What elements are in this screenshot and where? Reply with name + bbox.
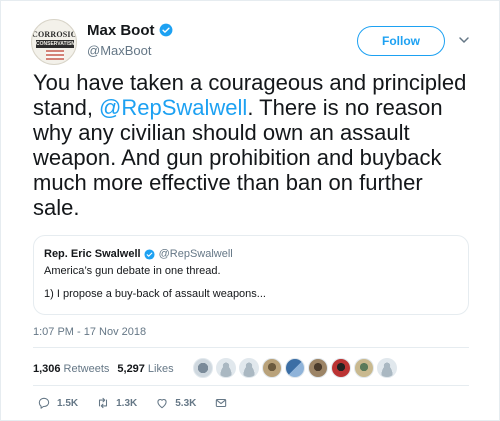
direct-message-icon xyxy=(216,398,227,408)
tweet-text: You have taken a courageous and principl… xyxy=(33,70,473,220)
reply-button[interactable]: 1.5K xyxy=(37,396,78,410)
tweet-actions: 1.5K 1.3K 5.3K xyxy=(37,396,252,410)
avatar-flag xyxy=(46,50,64,60)
author-handle[interactable]: @MaxBoot xyxy=(87,43,152,58)
retweet-count: 1.3K xyxy=(116,397,138,409)
liker-avatar[interactable] xyxy=(377,358,397,378)
quoted-tweet-header: Rep. Eric Swalwell @RepSwalwell xyxy=(44,248,458,260)
liker-avatars xyxy=(193,358,400,378)
likes-count[interactable]: 5,297 xyxy=(117,363,145,375)
direct-message-button[interactable] xyxy=(214,396,234,410)
quoted-tweet[interactable]: Rep. Eric Swalwell @RepSwalwell America’… xyxy=(33,235,469,315)
retweet-button[interactable]: 1.3K xyxy=(96,396,137,410)
divider xyxy=(33,385,469,386)
verified-badge-icon xyxy=(159,23,172,37)
like-count: 5.3K xyxy=(175,397,197,409)
liker-avatar[interactable] xyxy=(216,358,236,378)
liker-avatar[interactable] xyxy=(239,358,259,378)
liker-avatar[interactable] xyxy=(308,358,328,378)
mention-link[interactable]: @RepSwalwell xyxy=(99,95,247,120)
liker-avatar[interactable] xyxy=(331,358,351,378)
quoted-tweet-line-1: America’s gun debate in one thread. xyxy=(44,265,221,277)
tweet-timestamp[interactable]: 1:07 PM - 17 Nov 2018 xyxy=(33,326,146,338)
retweets-count[interactable]: 1,306 xyxy=(33,363,61,375)
avatar-text-bottom: CONSERVATISM xyxy=(36,40,76,48)
quoted-author-name: Rep. Eric Swalwell xyxy=(44,248,141,260)
verified-badge-icon xyxy=(144,248,155,260)
liker-avatar[interactable] xyxy=(262,358,282,378)
avatar[interactable]: CORROSION CONSERVATISM xyxy=(31,19,77,65)
like-button[interactable]: 5.3K xyxy=(155,396,196,410)
quoted-author-handle: @RepSwalwell xyxy=(158,248,233,260)
reply-count: 1.5K xyxy=(57,397,79,409)
retweet-icon xyxy=(99,397,108,409)
liker-avatar[interactable] xyxy=(285,358,305,378)
divider xyxy=(33,347,469,348)
name-row: Max Boot xyxy=(87,21,173,39)
liker-avatar[interactable] xyxy=(193,358,213,378)
author-name[interactable]: Max Boot xyxy=(87,22,155,39)
like-icon xyxy=(157,399,167,409)
tweet-card: CORROSION CONSERVATISM Max Boot @MaxBoot… xyxy=(0,0,500,421)
reply-icon xyxy=(38,397,50,409)
follow-button[interactable]: Follow xyxy=(357,26,445,56)
liker-avatar[interactable] xyxy=(354,358,374,378)
tweet-header: CORROSION CONSERVATISM Max Boot @MaxBoot… xyxy=(31,17,471,69)
retweets-label[interactable]: Retweets xyxy=(64,363,110,375)
quoted-tweet-line-2: 1) I propose a buy-back of assault weapo… xyxy=(44,288,266,300)
likes-label[interactable]: Likes xyxy=(148,363,174,375)
chevron-down-icon[interactable] xyxy=(457,33,471,47)
avatar-text-top: CORROSION xyxy=(32,30,77,39)
